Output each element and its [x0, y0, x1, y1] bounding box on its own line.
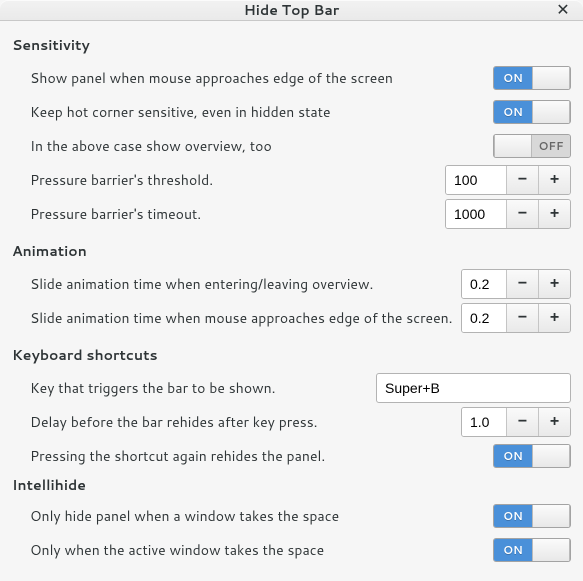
minus-icon: −: [518, 275, 527, 293]
timeout-label: Pressure barrier's timeout.: [30, 204, 445, 224]
threshold-increment-button[interactable]: +: [538, 166, 570, 194]
window-space-row: Only hide panel when a window takes the …: [12, 501, 571, 531]
slide-edge-label: Slide animation time when mouse approach…: [30, 308, 461, 328]
rehide-delay-spinner: − +: [461, 407, 571, 437]
slide-edge-decrement-button[interactable]: −: [506, 304, 538, 332]
threshold-decrement-button[interactable]: −: [506, 166, 538, 194]
timeout-row: Pressure barrier's timeout. − +: [12, 199, 571, 229]
hot-corner-label: Keep hot corner sensitive, even in hidde…: [30, 102, 493, 122]
slide-overview-decrement-button[interactable]: −: [506, 270, 538, 298]
plus-icon: +: [550, 275, 559, 293]
switch-on-label: ON: [494, 539, 532, 561]
timeout-decrement-button[interactable]: −: [506, 200, 538, 228]
active-window-switch[interactable]: ON: [493, 538, 571, 562]
show-panel-edge-row: Show panel when mouse approaches edge of…: [12, 63, 571, 93]
switch-on-label: ON: [494, 101, 532, 123]
switch-knob: [532, 67, 570, 89]
threshold-input[interactable]: [446, 166, 506, 194]
threshold-label: Pressure barrier's threshold.: [30, 170, 445, 190]
titlebar: Hide Top Bar ✕: [0, 0, 583, 21]
switch-knob: [532, 505, 570, 527]
switch-knob: [532, 101, 570, 123]
switch-knob: [494, 135, 532, 157]
minus-icon: −: [518, 413, 527, 431]
timeout-input[interactable]: [446, 200, 506, 228]
rehide-delay-input[interactable]: [462, 408, 506, 436]
active-window-row: Only when the active window takes the sp…: [12, 535, 571, 565]
switch-on-label: ON: [494, 445, 532, 467]
slide-edge-input[interactable]: [462, 304, 506, 332]
minus-icon: −: [518, 205, 527, 223]
timeout-increment-button[interactable]: +: [538, 200, 570, 228]
window-space-switch[interactable]: ON: [493, 504, 571, 528]
switch-knob: [532, 539, 570, 561]
trigger-key-label: Key that triggers the bar to be shown.: [30, 378, 376, 398]
switch-on-label: ON: [494, 67, 532, 89]
threshold-spinner: − +: [445, 165, 571, 195]
hot-corner-switch[interactable]: ON: [493, 100, 571, 124]
switch-off-label: OFF: [532, 135, 570, 157]
trigger-key-row: Key that triggers the bar to be shown.: [12, 373, 571, 403]
plus-icon: +: [550, 205, 559, 223]
switch-on-label: ON: [494, 505, 532, 527]
rehide-delay-increment-button[interactable]: +: [538, 408, 570, 436]
close-button[interactable]: ✕: [551, 0, 575, 22]
sensitivity-header: Sensitivity: [12, 35, 571, 55]
slide-overview-row: Slide animation time when entering/leavi…: [12, 269, 571, 299]
keyboard-header: Keyboard shortcuts: [12, 345, 571, 365]
active-window-label: Only when the active window takes the sp…: [30, 540, 493, 560]
rehide-delay-label: Delay before the bar rehides after key p…: [30, 412, 461, 432]
overview-too-row: In the above case show overview, too OFF: [12, 131, 571, 161]
slide-overview-label: Slide animation time when entering/leavi…: [30, 274, 461, 294]
overview-too-label: In the above case show overview, too: [30, 136, 493, 156]
animation-header: Animation: [12, 241, 571, 261]
plus-icon: +: [550, 309, 559, 327]
slide-overview-input[interactable]: [462, 270, 506, 298]
slide-edge-row: Slide animation time when mouse approach…: [12, 303, 571, 333]
preferences-window: Hide Top Bar ✕ Sensitivity Show panel wh…: [0, 0, 583, 580]
slide-edge-spinner: − +: [461, 303, 571, 333]
intellihide-header: Intellihide: [12, 475, 571, 495]
hot-corner-row: Keep hot corner sensitive, even in hidde…: [12, 97, 571, 127]
close-icon: ✕: [556, 0, 569, 20]
show-panel-edge-switch[interactable]: ON: [493, 66, 571, 90]
window-space-label: Only hide panel when a window takes the …: [30, 506, 493, 526]
slide-edge-increment-button[interactable]: +: [538, 304, 570, 332]
timeout-spinner: − +: [445, 199, 571, 229]
show-panel-edge-label: Show panel when mouse approaches edge of…: [30, 68, 493, 88]
overview-too-switch[interactable]: OFF: [493, 134, 571, 158]
shortcut-rehides-row: Pressing the shortcut again rehides the …: [12, 441, 571, 471]
content-area: Sensitivity Show panel when mouse approa…: [0, 21, 583, 581]
slide-overview-spinner: − +: [461, 269, 571, 299]
shortcut-rehides-label: Pressing the shortcut again rehides the …: [30, 446, 493, 466]
switch-knob: [532, 445, 570, 467]
minus-icon: −: [518, 309, 527, 327]
minus-icon: −: [518, 171, 527, 189]
window-title: Hide Top Bar: [244, 0, 339, 20]
threshold-row: Pressure barrier's threshold. − +: [12, 165, 571, 195]
plus-icon: +: [550, 413, 559, 431]
rehide-delay-decrement-button[interactable]: −: [506, 408, 538, 436]
slide-overview-increment-button[interactable]: +: [538, 270, 570, 298]
trigger-key-input[interactable]: [376, 373, 571, 403]
plus-icon: +: [550, 171, 559, 189]
shortcut-rehides-switch[interactable]: ON: [493, 444, 571, 468]
rehide-delay-row: Delay before the bar rehides after key p…: [12, 407, 571, 437]
